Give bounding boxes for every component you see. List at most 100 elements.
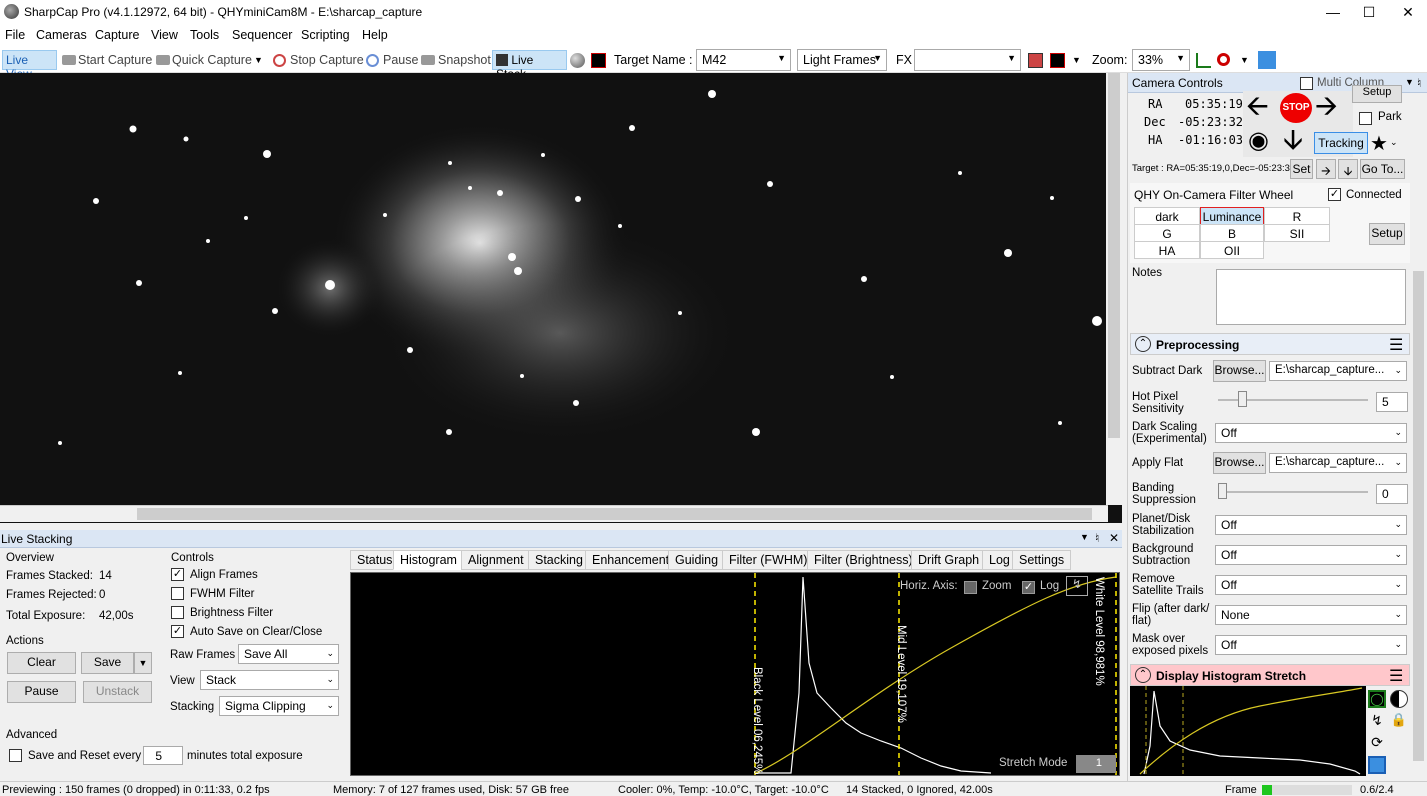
banding-slider[interactable]: [1218, 483, 1368, 499]
panel-menu-icon[interactable]: ▼: [1080, 532, 1089, 542]
dark-path-select[interactable]: E:\sharcap_capture... ⌄: [1269, 361, 1407, 381]
tools-dropdown-icon[interactable]: ▼: [1240, 55, 1249, 65]
filter-luminance[interactable]: Luminance: [1200, 207, 1264, 225]
scroll-thumb[interactable]: [137, 508, 1092, 520]
tab-histogram[interactable]: Histogram: [393, 550, 464, 570]
pause-button[interactable]: Pause: [7, 681, 76, 703]
image-view[interactable]: [0, 73, 1122, 523]
stacking-select[interactable]: Sigma Clipping ⌄: [219, 696, 339, 716]
unstack-button[interactable]: Unstack: [83, 681, 152, 703]
tab-drift-graph[interactable]: Drift Graph: [911, 550, 987, 570]
histogram-icon[interactable]: [1196, 53, 1211, 68]
tab-guiding[interactable]: Guiding: [668, 550, 726, 570]
planet-select[interactable]: Off ⌄: [1215, 515, 1407, 535]
mask-select[interactable]: Off ⌄: [1215, 635, 1407, 655]
snapshot-button[interactable]: Snapshot: [438, 53, 491, 67]
lock-icon[interactable]: 🔒: [1390, 712, 1408, 730]
tab-enhancement[interactable]: Enhancement: [585, 550, 677, 570]
tab-filter-brightness[interactable]: Filter (Brightness): [807, 550, 920, 570]
menu-view[interactable]: View: [151, 28, 178, 42]
menu-icon[interactable]: ☰: [1389, 335, 1403, 355]
filter-b[interactable]: B: [1200, 224, 1264, 242]
stop-button[interactable]: STOP: [1280, 93, 1312, 123]
align-frames-checkbox[interactable]: ✓: [171, 568, 184, 581]
pin-icon[interactable]: ♮: [1417, 76, 1421, 90]
hot-pixel-slider[interactable]: [1218, 391, 1368, 407]
pause-button[interactable]: Pause: [383, 53, 418, 67]
filter-ha[interactable]: HA: [1134, 241, 1200, 259]
tracking-dropdown-icon[interactable]: ⌄: [1390, 137, 1398, 148]
menu-file[interactable]: File: [5, 28, 25, 42]
image-vertical-scrollbar[interactable]: [1106, 73, 1122, 505]
frame-type-combo[interactable]: Light Frames ▼: [797, 49, 887, 71]
mount-setup-button[interactable]: Setup: [1352, 85, 1402, 103]
menu-sequencer[interactable]: Sequencer: [232, 28, 292, 42]
image-horizontal-scrollbar[interactable]: [0, 505, 1108, 522]
fx-combo[interactable]: ▼: [914, 49, 1021, 71]
save-button[interactable]: Save: [81, 652, 134, 674]
tab-alignment[interactable]: Alignment: [461, 550, 531, 570]
target-name-combo[interactable]: M42 ▼: [696, 49, 791, 71]
contrast-icon[interactable]: [1390, 690, 1408, 708]
notes-textarea[interactable]: [1216, 269, 1406, 325]
tab-stacking[interactable]: Stacking: [528, 550, 590, 570]
collapse-icon[interactable]: ⌃: [1135, 667, 1151, 683]
target-icon[interactable]: ◉: [1248, 127, 1269, 155]
auto-save-checkbox[interactable]: ✓: [171, 625, 184, 638]
multi-column-checkbox[interactable]: [1300, 77, 1313, 90]
menu-icon[interactable]: ☰: [1389, 666, 1403, 686]
filter-sii[interactable]: SII: [1264, 224, 1330, 242]
menu-cameras[interactable]: Cameras: [36, 28, 87, 42]
sphere-icon[interactable]: [570, 53, 585, 68]
save-reset-minutes-input[interactable]: 5: [143, 746, 183, 765]
tab-settings[interactable]: Settings: [1012, 550, 1072, 570]
grid-icon[interactable]: [1050, 53, 1065, 68]
goto-button[interactable]: Go To...: [1360, 159, 1405, 179]
preprocessing-header[interactable]: ⌃ Preprocessing ☰: [1130, 333, 1410, 355]
display-stretch-header[interactable]: ⌃ Display Histogram Stretch ☰: [1130, 664, 1410, 686]
live-stack-button[interactable]: Live Stack: [492, 50, 567, 81]
slider-thumb[interactable]: [1218, 483, 1227, 499]
background-select[interactable]: Off ⌄: [1215, 545, 1407, 565]
filter-oii[interactable]: OII: [1200, 241, 1264, 259]
filter-dark[interactable]: dark: [1134, 207, 1200, 225]
clear-button[interactable]: Clear: [7, 652, 76, 674]
arrow-right-button[interactable]: 🡪: [1316, 159, 1336, 179]
view-select[interactable]: Stack ⌄: [200, 670, 339, 690]
save-reset-checkbox[interactable]: [9, 749, 22, 762]
scroll-thumb[interactable]: [1108, 73, 1120, 438]
menu-scripting[interactable]: Scripting: [301, 28, 350, 42]
apply-flat-browse-button[interactable]: Browse...: [1213, 452, 1266, 474]
filter-g[interactable]: G: [1134, 224, 1200, 242]
collapse-icon[interactable]: ⌃: [1135, 336, 1151, 352]
star-icon[interactable]: ★: [1370, 131, 1388, 156]
log-checkbox[interactable]: ✓: [1022, 581, 1035, 594]
set-button[interactable]: Set: [1290, 159, 1313, 179]
brightness-filter-checkbox[interactable]: [171, 606, 184, 619]
fwhm-filter-checkbox[interactable]: [171, 587, 184, 600]
magnifier-icon[interactable]: [1217, 53, 1230, 66]
overlay-dropdown-icon[interactable]: ▼: [1072, 55, 1081, 65]
connected-checkbox[interactable]: ✓: [1328, 188, 1341, 201]
stack-histogram[interactable]: Black Level 06,245% Mid Level 19,107% Wh…: [350, 572, 1120, 776]
lightning-icon[interactable]: ↯: [1368, 712, 1386, 730]
save-icon[interactable]: [1368, 756, 1386, 774]
save-dropdown-button[interactable]: ▼: [134, 652, 152, 674]
menu-capture[interactable]: Capture: [95, 28, 139, 42]
subtract-dark-browse-button[interactable]: Browse...: [1213, 360, 1266, 382]
quick-capture-button[interactable]: Quick Capture: [172, 53, 252, 67]
display-histogram[interactable]: [1130, 686, 1366, 776]
hot-pixel-input[interactable]: 5: [1376, 392, 1408, 412]
zoom-combo[interactable]: 33% ▼: [1132, 49, 1190, 71]
arrow-left-icon[interactable]: 🡨: [1246, 91, 1269, 121]
satellite-select[interactable]: Off ⌄: [1215, 575, 1407, 595]
stretch-mode-input[interactable]: 1: [1076, 755, 1116, 773]
quick-capture-dropdown-icon[interactable]: ▼: [254, 55, 263, 65]
filter-r[interactable]: R: [1264, 207, 1330, 225]
reticle-icon[interactable]: [1028, 53, 1043, 68]
tracking-button[interactable]: Tracking: [1314, 132, 1368, 154]
dark-scaling-select[interactable]: Off ⌄: [1215, 423, 1407, 443]
slider-thumb[interactable]: [1238, 391, 1247, 407]
reset-icon[interactable]: ⟳: [1368, 734, 1386, 752]
tab-filter-fwhm[interactable]: Filter (FWHM): [722, 550, 815, 570]
